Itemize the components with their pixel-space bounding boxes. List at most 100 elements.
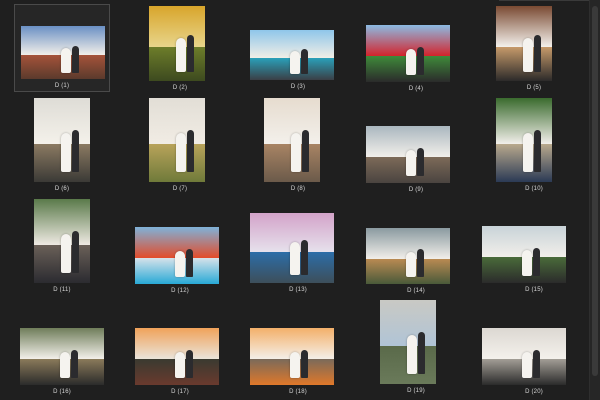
thumbnail-item[interactable]: D (8)	[250, 96, 346, 192]
photo-thumbnail[interactable]	[135, 227, 219, 284]
bride-figure	[175, 133, 186, 172]
thumbnail-item[interactable]: D (6)	[14, 96, 110, 192]
bride-figure	[175, 37, 186, 72]
photo-thumbnail[interactable]	[366, 126, 450, 183]
bride-figure	[60, 234, 71, 273]
groom-figure	[533, 129, 541, 172]
photo-thumbnail[interactable]	[250, 213, 334, 283]
groom-figure	[186, 129, 194, 172]
groom-figure	[301, 129, 309, 172]
thumbnail-item[interactable]: D (13)	[250, 194, 346, 293]
photo-thumbnail[interactable]	[135, 328, 219, 385]
bride-figure	[406, 149, 417, 177]
groom-figure	[533, 34, 541, 72]
vertical-scrollbar[interactable]	[589, 0, 600, 400]
thumbnail-item[interactable]: D (19)	[368, 298, 464, 394]
thumbnail-caption: D (12)	[171, 288, 189, 294]
groom-figure	[186, 349, 194, 379]
photo-thumbnail[interactable]	[482, 226, 566, 283]
bride-figure	[522, 351, 533, 379]
photo-thumbnail[interactable]	[34, 98, 90, 182]
groom-figure	[417, 331, 425, 374]
photo-thumbnail[interactable]	[149, 6, 205, 81]
bride-figure	[60, 133, 71, 172]
groom-figure	[301, 49, 309, 74]
thumbnail-item[interactable]: D (18)	[250, 298, 346, 395]
photo-thumbnail[interactable]	[34, 199, 90, 283]
thumbnail-item[interactable]: D (2)	[132, 4, 228, 92]
thumbnail-caption: D (13)	[289, 287, 307, 293]
photo-thumbnail[interactable]	[366, 25, 450, 82]
thumbnail-item[interactable]: D (14)	[366, 194, 464, 294]
scrollbar-thumb[interactable]	[592, 6, 598, 376]
groom-figure	[186, 248, 194, 278]
groom-figure	[533, 247, 541, 277]
thumbnail-caption: D (20)	[525, 389, 543, 395]
thumbnail-grid: D (1) D (2) D (3) D (4) D (5) D (6) D (7) D (8)…	[0, 0, 590, 400]
bride-figure	[406, 48, 417, 76]
groom-figure	[533, 349, 541, 379]
groom-figure	[186, 34, 194, 72]
bride-figure	[522, 133, 533, 172]
photo-thumbnail[interactable]	[482, 328, 566, 385]
thumbnail-caption: D (17)	[171, 389, 189, 395]
thumbnail-item[interactable]: D (11)	[14, 194, 110, 293]
groom-figure	[417, 147, 425, 177]
thumbnail-caption: D (9)	[408, 187, 424, 193]
thumbnail-item[interactable]: D (17)	[132, 298, 228, 395]
bride-figure	[290, 133, 301, 172]
photo-thumbnail[interactable]	[21, 26, 105, 79]
bride-figure	[175, 351, 186, 379]
groom-figure	[71, 349, 79, 379]
thumbnail-caption: D (8)	[290, 186, 306, 192]
photo-thumbnail[interactable]	[264, 98, 320, 182]
thumbnail-caption: D (1)	[54, 83, 70, 89]
thumbnail-item[interactable]: D (3)	[250, 4, 346, 92]
groom-figure	[417, 46, 425, 76]
window-top-edge	[499, 0, 589, 4]
thumbnail-item[interactable]: D (15)	[482, 194, 582, 293]
thumbnail-caption: D (7)	[172, 186, 188, 192]
photo-thumbnail[interactable]	[250, 30, 334, 80]
thumbnail-caption: D (5)	[526, 85, 542, 91]
thumbnail-caption: D (15)	[525, 287, 543, 293]
photo-thumbnail[interactable]	[149, 98, 205, 182]
photo-thumbnail[interactable]	[366, 228, 450, 284]
bride-figure	[522, 37, 533, 72]
groom-figure	[417, 249, 425, 278]
thumbnail-caption: D (11)	[53, 287, 71, 293]
thumbnail-item[interactable]: D (7)	[132, 96, 228, 192]
thumbnail-caption: D (14)	[407, 288, 425, 294]
thumbnail-caption: D (16)	[53, 389, 71, 395]
groom-figure	[71, 230, 79, 273]
groom-figure	[71, 129, 79, 172]
groom-figure	[301, 239, 309, 275]
groom-figure	[301, 349, 309, 379]
thumbnail-caption: D (2)	[172, 85, 188, 91]
thumbnail-caption: D (6)	[54, 186, 70, 192]
thumbnail-caption: D (4)	[408, 86, 424, 92]
thumbnail-item[interactable]: D (1)	[14, 4, 110, 92]
thumbnail-item[interactable]: D (16)	[14, 298, 110, 395]
bride-figure	[290, 242, 301, 275]
thumbnail-item[interactable]: D (10)	[486, 96, 582, 192]
thumbnail-item[interactable]: D (9)	[366, 96, 464, 193]
bride-figure	[60, 351, 71, 379]
photo-thumbnail[interactable]	[496, 6, 552, 81]
thumbnail-caption: D (19)	[407, 388, 425, 394]
bride-figure	[522, 249, 533, 277]
bride-figure	[175, 250, 186, 278]
thumbnail-caption: D (3)	[290, 84, 306, 90]
photo-thumbnail[interactable]	[250, 328, 334, 385]
bride-figure	[61, 48, 72, 73]
photo-thumbnail[interactable]	[20, 328, 104, 385]
thumbnail-item[interactable]: D (5)	[486, 4, 582, 92]
bride-figure	[290, 351, 301, 379]
thumbnail-item[interactable]: D (4)	[366, 4, 464, 92]
bride-figure	[406, 335, 417, 374]
photo-thumbnail[interactable]	[496, 98, 552, 182]
photo-thumbnail[interactable]	[380, 300, 436, 384]
thumbnail-caption: D (10)	[525, 186, 543, 192]
thumbnail-item[interactable]: D (20)	[482, 298, 582, 395]
thumbnail-item[interactable]: D (12)	[132, 194, 228, 294]
